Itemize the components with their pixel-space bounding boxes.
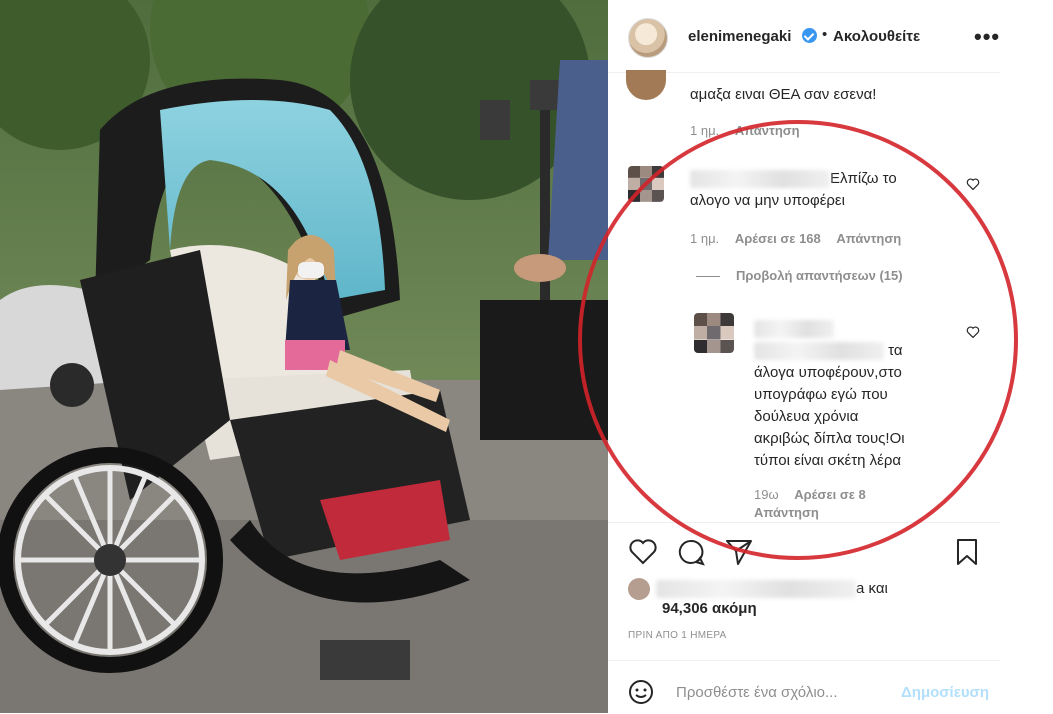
comment-time: 1 ημ. <box>690 123 720 138</box>
save-bookmark-icon[interactable] <box>952 537 982 567</box>
post-header: elenimenegaki • Ακολουθείτε ••• <box>608 0 1000 73</box>
reply-meta: 19ω Αρέσει σε 8 Απάντηση <box>754 486 914 522</box>
reply-avatar[interactable] <box>694 313 734 353</box>
header-separator: • <box>822 26 828 43</box>
reply-button[interactable]: Απάντηση <box>836 231 901 246</box>
reply-text: τα άλογα υποφέρουν,στο υπογράφω εγώ που … <box>754 318 954 472</box>
comment-text: Ελπίζω το αλογο να μην υποφέρει <box>690 170 897 209</box>
post-side-panel: elenimenegaki • Ακολουθείτε ••• αμαξα ει… <box>608 0 1000 713</box>
post-comment-button[interactable]: Δημοσίευση <box>901 684 989 701</box>
action-bar <box>608 522 1000 583</box>
comment-avatar[interactable] <box>626 70 666 100</box>
following-button[interactable]: Ακολουθείτε <box>833 28 920 45</box>
redacted-liker-name <box>656 580 856 599</box>
reply-time: 19ω <box>754 487 779 502</box>
redacted-username <box>690 170 830 189</box>
carriage-photo <box>0 0 608 713</box>
comment-avatar[interactable] <box>628 166 664 202</box>
like-heart-icon[interactable] <box>628 537 658 567</box>
comment-text: αμαξα ειναι ΘΕΑ σαν εσενα! <box>690 86 877 103</box>
like-comment-heart-icon[interactable] <box>966 178 980 190</box>
comment-likes[interactable]: Αρέσει σε 168 <box>735 231 821 246</box>
comment-bubble-icon[interactable] <box>676 537 706 567</box>
comment-meta: 1 ημ. Αρέσει σε 168 Απάντηση <box>690 231 913 246</box>
share-paper-plane-icon[interactable] <box>724 537 754 567</box>
reply-button[interactable]: Απάντηση <box>754 505 819 520</box>
redacted-username <box>754 320 834 339</box>
post-photo <box>0 0 608 713</box>
likes-connector: a και <box>856 580 888 597</box>
add-comment-input[interactable]: Προσθέστε ένα σχόλιο... <box>676 684 838 701</box>
redacted-text <box>754 342 884 361</box>
comment-time: 1 ημ. <box>690 231 720 246</box>
author-username[interactable]: elenimenegaki <box>688 28 791 45</box>
author-avatar[interactable] <box>628 18 668 58</box>
more-options-icon[interactable]: ••• <box>974 24 1000 50</box>
comment-meta: 1 ημ. Απάντηση <box>690 123 812 138</box>
likes-count[interactable]: 94,306 ακόμη <box>662 600 757 617</box>
add-comment-bar: Προσθέστε ένα σχόλιο... Δημοσίευση <box>608 660 1000 714</box>
reply-likes[interactable]: Αρέσει σε 8 <box>794 487 866 502</box>
emoji-icon[interactable] <box>628 679 654 705</box>
liker-avatar[interactable] <box>628 578 650 600</box>
view-replies-button[interactable]: Προβολή απαντήσεων (15) <box>696 268 903 283</box>
verified-badge-icon <box>802 28 817 43</box>
margin-area <box>1000 0 1053 713</box>
reply-button[interactable]: Απάντηση <box>735 123 800 138</box>
like-reply-heart-icon[interactable] <box>966 326 980 338</box>
posted-time: ΠΡΙΝ ΑΠΟ 1 ΗΜΕΡΑ <box>628 630 727 641</box>
